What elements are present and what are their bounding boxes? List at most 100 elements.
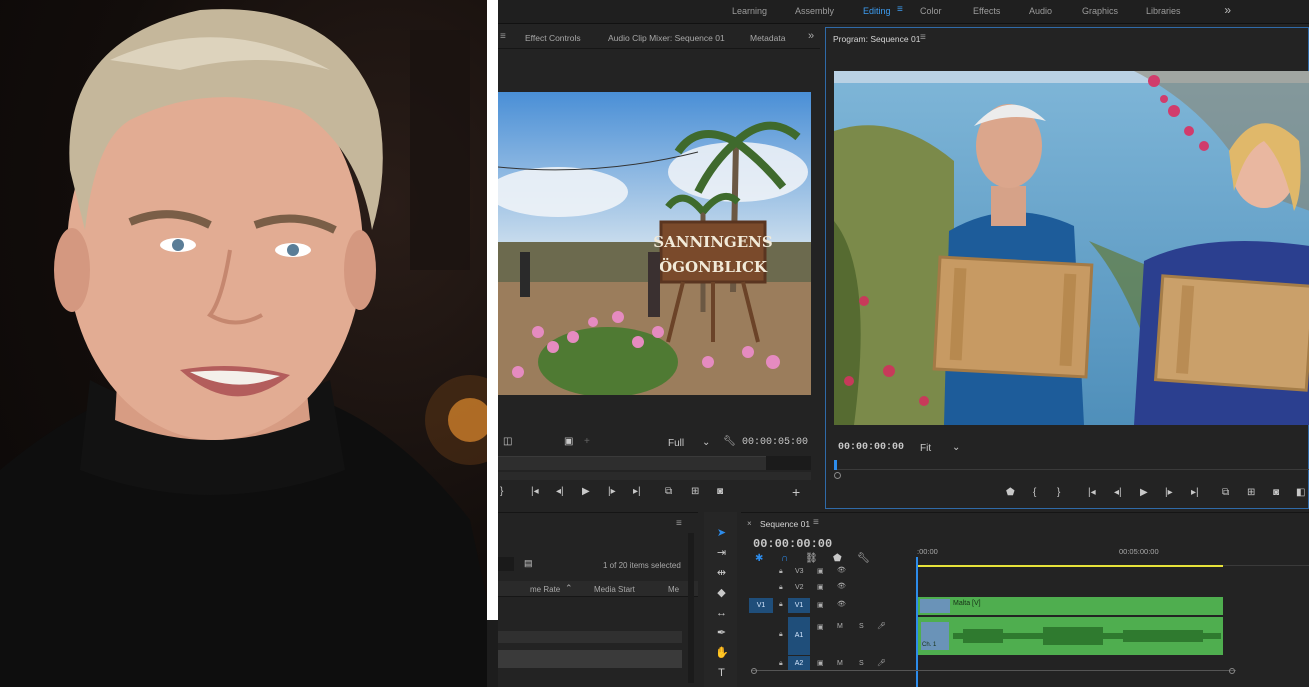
program-mark-in-icon[interactable]: { [1033,487,1036,498]
sort-up-icon[interactable]: ⌃ [565,583,573,594]
lift-icon[interactable]: ▣ [564,436,573,447]
work-area-bar[interactable] [917,565,1223,567]
timeline-scroll-handle-left[interactable] [751,668,757,674]
program-panel-menu-icon[interactable]: ≡ [920,32,926,43]
program-mark-out-icon[interactable]: } [1057,487,1060,498]
sync-v3-icon[interactable]: ▣ [817,567,824,575]
timeline-scroll-handle-right[interactable] [1229,668,1235,674]
overwrite-icon[interactable]: ⊞ [691,486,699,497]
export-frame-icon[interactable]: ◙ [717,486,723,497]
program-playhead[interactable] [834,460,837,470]
program-panel-title[interactable]: Program: Sequence 01 [833,34,920,44]
program-play-icon[interactable]: ▶ [1140,487,1148,498]
go-to-out-icon[interactable]: ▸| [633,486,641,497]
insert-icon[interactable]: ⧉ [665,486,672,497]
mic-a2-icon[interactable]: 🎤︎ [877,659,886,667]
workspace-assembly[interactable]: Assembly [795,6,834,16]
tab-metadata[interactable]: Metadata [750,33,785,43]
source-zoom-select[interactable]: Full [668,438,684,449]
workspace-overflow-icon[interactable]: » [1224,3,1231,17]
sync-v2-icon[interactable]: ▣ [817,583,824,591]
eye-v3-icon[interactable]: 👁︎ [837,566,846,574]
hand-tool-icon[interactable]: ✋ [715,647,729,660]
panel-menu-icon[interactable]: ≡ [500,31,506,42]
program-go-to-in-icon[interactable]: |◂ [1088,487,1096,498]
project-scrollbar[interactable] [688,533,694,683]
column-frame-rate[interactable]: me Rate [530,585,560,594]
program-zoom-chevron-icon[interactable]: ⌄ [952,442,960,453]
workspace-graphics[interactable]: Graphics [1082,6,1118,16]
linked-selection-icon[interactable]: ⛓ [805,553,818,564]
program-zoom-select[interactable]: Fit [920,443,931,454]
track-a2-target[interactable]: A2 [788,656,810,671]
lock-v3-icon[interactable]: 🔒︎ [779,568,783,576]
step-forward-icon[interactable]: |▸ [608,486,616,497]
tabs-overflow-icon[interactable]: » [808,30,814,42]
mute-a1-button[interactable]: M [837,623,843,630]
program-export-frame-icon[interactable]: ◙ [1273,487,1279,498]
timeline-menu-icon[interactable]: ≡ [813,517,819,528]
workspace-effects[interactable]: Effects [973,6,1000,16]
timeline-settings-icon[interactable]: 🔧︎ [857,553,870,564]
program-scroll-bar[interactable] [834,472,1309,479]
type-tool-icon[interactable]: T [715,667,728,680]
source-scroll-bar[interactable] [498,472,811,480]
track-a1-target[interactable]: A1 [788,617,810,655]
workspace-learning[interactable]: Learning [732,6,767,16]
lock-v1-icon[interactable]: 🔒︎ [779,601,783,609]
workspace-audio[interactable]: Audio [1029,6,1052,16]
column-media-start[interactable]: Media Start [594,585,635,594]
program-extract-icon[interactable]: ⊞ [1247,487,1255,498]
selection-tool-icon[interactable]: ➤ [715,527,728,540]
program-step-forward-icon[interactable]: |▸ [1165,487,1173,498]
ripple-edit-tool-icon[interactable]: ⇹ [715,567,728,580]
add-marker-timeline-icon[interactable]: ⬟ [833,553,842,564]
source-monitor-video[interactable]: SANNINGENS ÖGONBLICK [498,92,811,395]
program-scroll-handle[interactable] [834,472,841,479]
lock-a2-icon[interactable]: 🔒︎ [779,660,783,668]
source-zoom-chevron-icon[interactable]: ⌄ [702,437,710,448]
eye-v2-icon[interactable]: 👁︎ [837,582,846,590]
project-panel-menu-icon[interactable]: ≡ [676,518,682,529]
workspace-libraries[interactable]: Libraries [1146,6,1181,16]
program-monitor-video[interactable] [834,71,1309,425]
timeline-timecode[interactable]: 00:00:00:00 [753,537,832,551]
workspace-color[interactable]: Color [920,6,942,16]
new-bin-icon[interactable]: ▤ [524,558,533,569]
safe-margins-icon[interactable]: ◫ [503,436,512,447]
tab-audio-clip-mixer[interactable]: Audio Clip Mixer: Sequence 01 [608,33,725,43]
lock-v2-icon[interactable]: 🔒︎ [779,584,783,592]
track-select-tool-icon[interactable]: ⇥ [715,547,728,560]
project-list-row-selected[interactable] [498,650,682,668]
program-go-to-out-icon[interactable]: ▸| [1191,487,1199,498]
play-icon[interactable]: ▶ [582,486,590,497]
mute-a2-button[interactable]: M [837,660,843,667]
nest-icon[interactable]: ✱ [755,553,763,564]
lock-a1-icon[interactable]: 🔒︎ [779,631,783,639]
mark-out-icon[interactable]: } [500,486,503,497]
sync-v1-icon[interactable]: ▣ [817,601,824,609]
solo-a2-button[interactable]: S [859,660,864,667]
add-marker-icon[interactable]: + [584,436,590,447]
go-to-in-icon[interactable]: |◂ [531,486,539,497]
timeline-sequence-tab[interactable]: Sequence 01 [760,519,810,529]
project-list-row[interactable] [498,631,682,643]
source-time-ruler[interactable] [498,456,766,470]
track-v1-target[interactable]: V1 [788,598,810,613]
program-lift-icon[interactable]: ⧉ [1222,487,1229,498]
program-compare-icon[interactable]: ◧ [1296,487,1305,498]
sync-a2-icon[interactable]: ▣ [817,659,824,667]
program-step-back-icon[interactable]: ◂| [1114,487,1122,498]
eye-v1-icon[interactable]: 👁︎ [837,600,846,608]
solo-a1-button[interactable]: S [859,623,864,630]
program-add-marker-icon[interactable]: ⬟ [1006,487,1015,498]
source-timecode[interactable]: 00:00:05:00 [742,437,808,448]
program-time-ruler[interactable] [834,460,1309,470]
razor-tool-icon[interactable]: ◆ [715,587,728,600]
snap-icon[interactable]: ∩ [781,553,788,564]
timeline-scroll-bar[interactable] [751,668,1236,674]
video-clip-malta[interactable]: Malta [V] [918,597,1223,615]
mic-a1-icon[interactable]: 🎤︎ [877,622,886,630]
step-back-icon[interactable]: ◂| [556,486,564,497]
audio-clip-malta[interactable]: Ch. 1 [918,617,1223,655]
